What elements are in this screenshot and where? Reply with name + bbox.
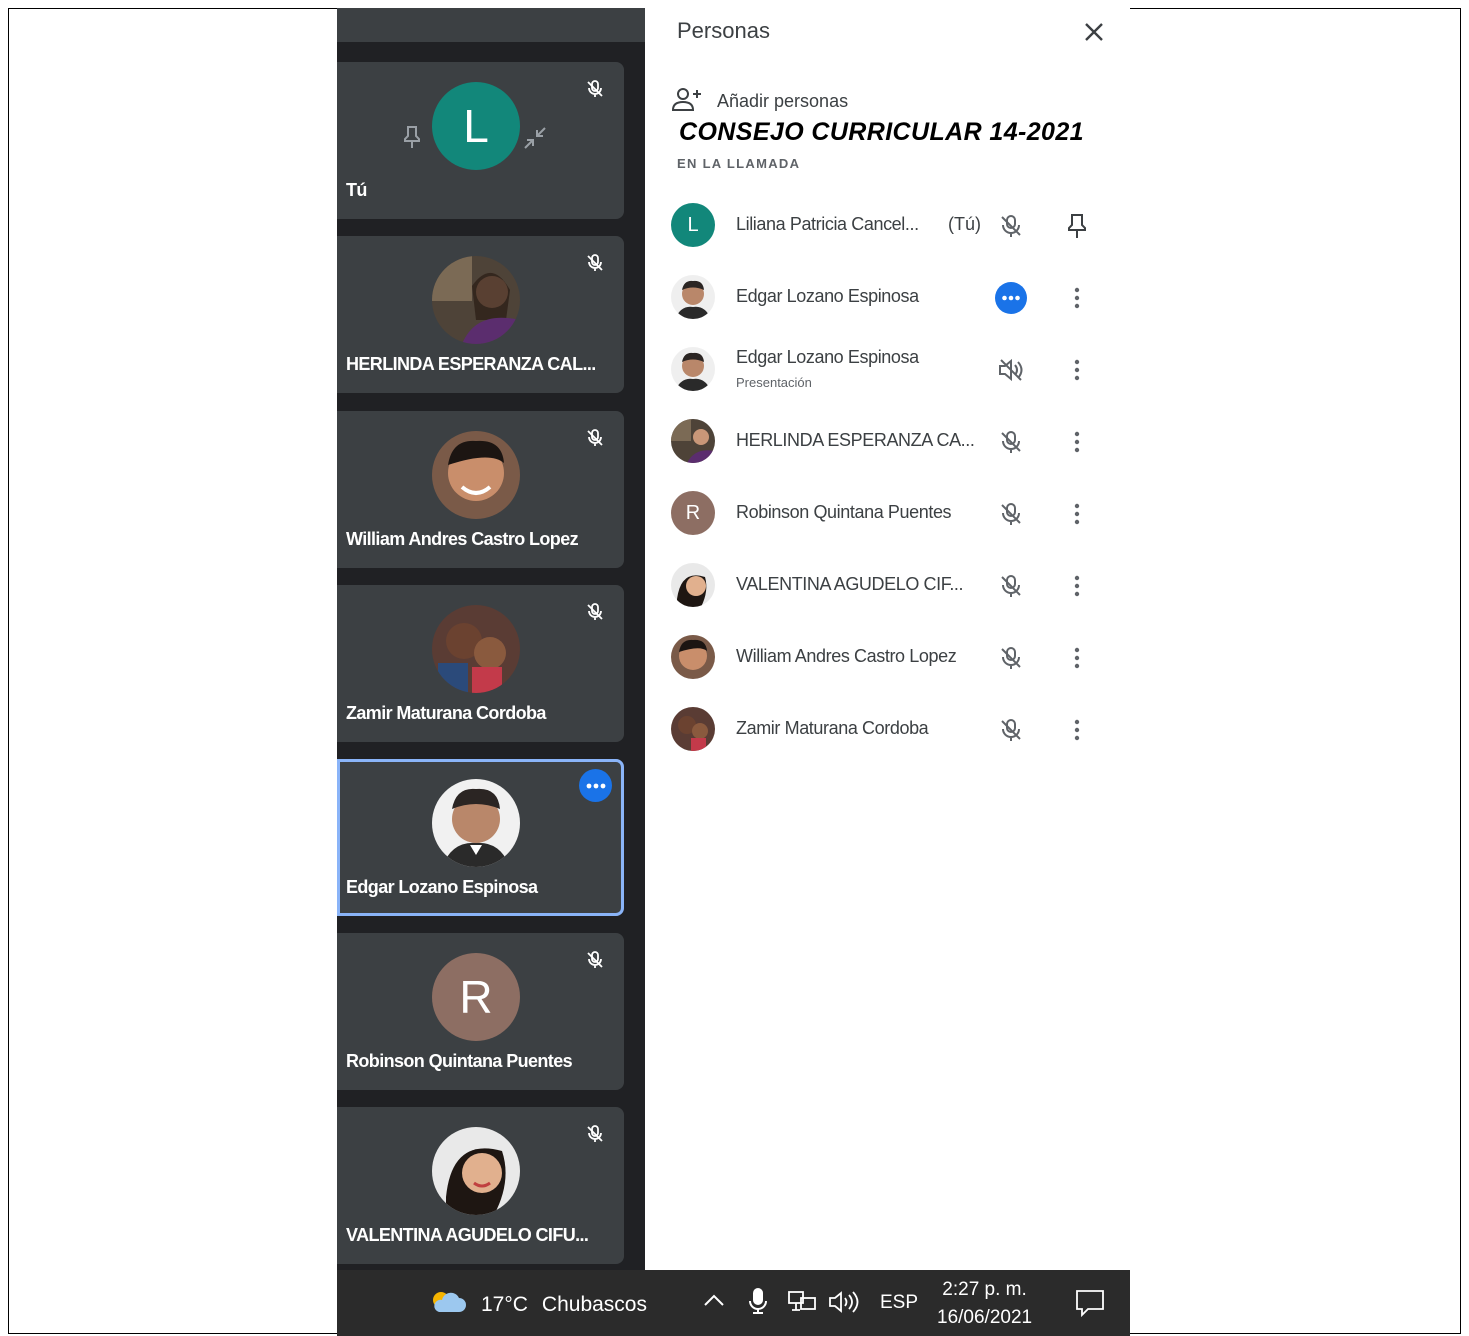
mic-off-icon: [580, 248, 610, 278]
weather-text: Chubascos: [541, 1293, 647, 1316]
tile-name: William Andres Castro Lopez: [346, 529, 579, 549]
participant-name: Edgar Lozano Espinosa: [736, 347, 919, 367]
more-vert-icon[interactable]: [1061, 354, 1093, 386]
clock[interactable]: 2:27 p. m. 16/06/2021: [937, 1276, 1032, 1332]
volume-off-icon: [995, 354, 1027, 386]
mic-off-icon: [995, 714, 1027, 746]
video-tile-self[interactable]: L Tú: [337, 62, 624, 219]
network-icon[interactable]: [787, 1290, 817, 1314]
video-tile-active[interactable]: Edgar Lozano Espinosa: [337, 759, 624, 916]
add-people-label: Añadir personas: [717, 91, 849, 111]
more-vert-icon[interactable]: [1061, 642, 1093, 674]
volume-icon[interactable]: [827, 1290, 859, 1314]
mic-off-icon: [995, 642, 1027, 674]
avatar: [671, 419, 715, 463]
participant-name: William Andres Castro Lopez: [736, 646, 957, 666]
avatar: [432, 779, 520, 867]
tiles-top-bar: [337, 8, 645, 42]
tile-name: VALENTINA AGUDELO CIFU...: [346, 1225, 589, 1245]
video-tile[interactable]: VALENTINA AGUDELO CIFU...: [337, 1107, 624, 1264]
chevron-up-icon[interactable]: [702, 1290, 726, 1310]
cloud-rain-icon: [429, 1288, 467, 1322]
participant-name: VALENTINA AGUDELO CIF...: [736, 574, 964, 594]
avatar: R: [432, 953, 520, 1041]
participant-subtitle: Presentación: [736, 375, 812, 390]
minimize-icon[interactable]: [521, 124, 549, 152]
more-vert-icon[interactable]: [1061, 714, 1093, 746]
tile-name: Tú: [346, 180, 367, 200]
avatar: [432, 256, 520, 344]
video-tile[interactable]: William Andres Castro Lopez: [337, 411, 624, 568]
more-vert-icon[interactable]: [1061, 570, 1093, 602]
participant-name: HERLINDA ESPERANZA CA...: [736, 430, 975, 450]
close-icon[interactable]: [1080, 18, 1108, 46]
tile-name: Robinson Quintana Puentes: [346, 1051, 573, 1071]
microphone-icon[interactable]: [747, 1286, 769, 1316]
avatar: L: [432, 82, 520, 170]
speaking-indicator-icon: [579, 769, 612, 802]
video-tile[interactable]: Zamir Maturana Cordoba: [337, 585, 624, 742]
people-panel: Personas Añadir personas CONSEJO CURRICU…: [645, 8, 1130, 1270]
participant-row[interactable]: VALENTINA AGUDELO CIF...: [671, 556, 1111, 616]
panel-title: Personas: [677, 18, 770, 43]
more-vert-icon[interactable]: [1061, 426, 1093, 458]
avatar: L: [671, 203, 715, 247]
avatar: [432, 1127, 520, 1215]
avatar: [432, 605, 520, 693]
participant-name: Robinson Quintana Puentes: [736, 502, 952, 522]
add-person-icon: [671, 86, 705, 117]
avatar: R: [671, 491, 715, 535]
notifications-icon[interactable]: [1074, 1288, 1106, 1318]
taskbar: 17°C Chubascos ESP 2:27 p. m. 16/06/2021: [337, 1270, 1130, 1336]
pin-icon[interactable]: [401, 124, 423, 150]
participant-name: Edgar Lozano Espinosa: [736, 286, 919, 306]
avatar: [671, 563, 715, 607]
mic-off-icon: [995, 210, 1027, 242]
participant-row[interactable]: Edgar Lozano Espinosa Presentación: [671, 340, 1111, 400]
mic-off-icon: [580, 74, 610, 104]
participant-row[interactable]: R Robinson Quintana Puentes: [671, 484, 1111, 544]
mic-off-icon: [580, 945, 610, 975]
mic-off-icon: [580, 423, 610, 453]
speaking-indicator-icon: [995, 282, 1027, 314]
participant-row[interactable]: HERLINDA ESPERANZA CA...: [671, 412, 1111, 472]
meeting-title: CONSEJO CURRICULAR 14-2021: [679, 118, 1084, 146]
participant-tag: (Tú): [948, 214, 981, 234]
participant-row[interactable]: Zamir Maturana Cordoba: [671, 700, 1111, 760]
participant-name: Zamir Maturana Cordoba: [736, 718, 929, 738]
section-label: EN LA LLAMADA: [677, 156, 801, 171]
more-vert-icon[interactable]: [1061, 498, 1093, 530]
mic-off-icon: [580, 1119, 610, 1149]
tile-name: Zamir Maturana Cordoba: [346, 703, 546, 723]
avatar: [671, 275, 715, 319]
temperature: 17°C: [481, 1293, 528, 1316]
pin-icon[interactable]: [1061, 210, 1093, 242]
avatar: [671, 707, 715, 751]
mic-off-icon: [580, 597, 610, 627]
mic-off-icon: [995, 570, 1027, 602]
video-tiles-column: L Tú HERLINDA ESPERANZA CAL... William A…: [337, 8, 645, 1270]
mic-off-icon: [995, 426, 1027, 458]
participant-row[interactable]: L Liliana Patricia Cancel... (Tú): [671, 196, 1111, 256]
avatar: [671, 347, 715, 391]
participant-name: Liliana Patricia Cancel...: [736, 214, 919, 234]
mic-off-icon: [995, 498, 1027, 530]
clock-time: 2:27 p. m.: [942, 1279, 1027, 1300]
language-indicator[interactable]: ESP: [880, 1292, 918, 1314]
tile-name: HERLINDA ESPERANZA CAL...: [346, 354, 596, 374]
participant-row[interactable]: Edgar Lozano Espinosa: [671, 268, 1111, 328]
weather-widget[interactable]: 17°C Chubascos: [429, 1288, 647, 1322]
video-tile[interactable]: HERLINDA ESPERANZA CAL...: [337, 236, 624, 393]
tile-name: Edgar Lozano Espinosa: [346, 877, 538, 897]
clock-date: 16/06/2021: [937, 1307, 1033, 1328]
avatar: [671, 635, 715, 679]
participant-row[interactable]: William Andres Castro Lopez: [671, 628, 1111, 688]
video-tile[interactable]: R Robinson Quintana Puentes: [337, 933, 624, 1090]
add-people-button[interactable]: Añadir personas: [671, 86, 848, 117]
more-vert-icon[interactable]: [1061, 282, 1093, 314]
avatar: [432, 431, 520, 519]
